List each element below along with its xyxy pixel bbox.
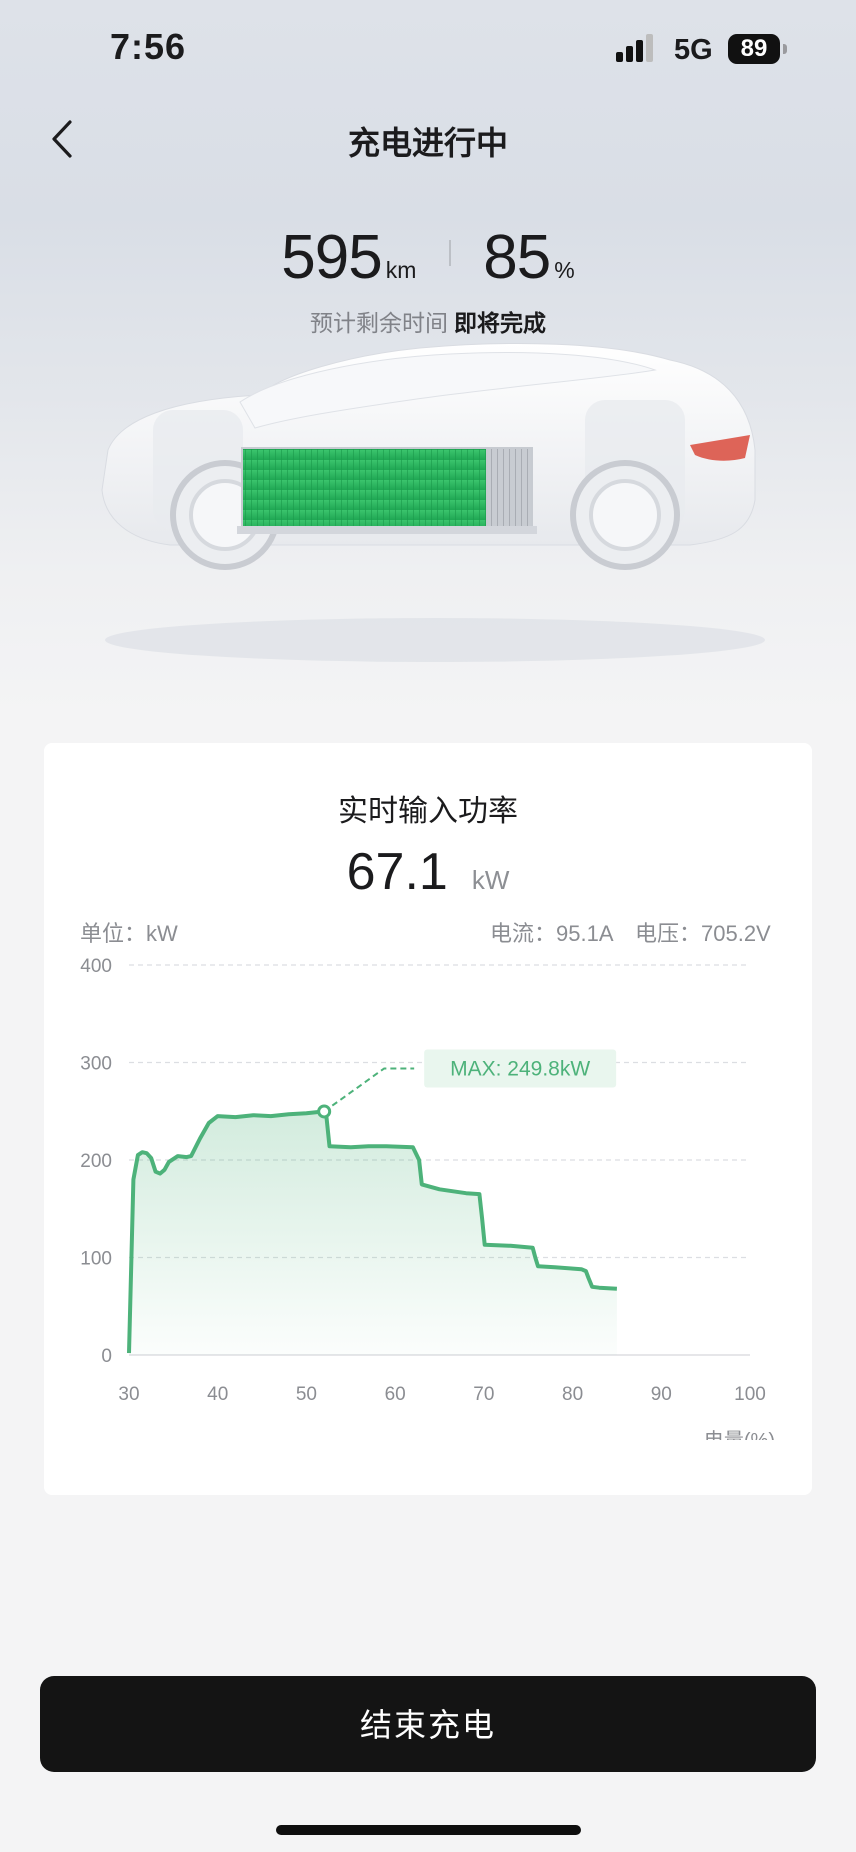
range-unit: km — [385, 257, 417, 283]
x-tick-label: 30 — [118, 1384, 139, 1405]
signal-bars-icon — [616, 34, 653, 62]
voltage-label: 电压：705.2V — [635, 921, 771, 946]
current-label: 电流：95.1A — [490, 921, 614, 946]
battery-tip — [783, 44, 787, 54]
x-tick-label: 100 — [734, 1384, 766, 1405]
y-tick-label: 100 — [80, 1249, 112, 1270]
max-point-marker — [317, 1104, 332, 1119]
unit-label: 单位：kW — [80, 921, 178, 946]
battery-icon: 89 — [728, 34, 780, 64]
stats-divider — [448, 240, 451, 266]
soc-value: 85 — [483, 223, 551, 292]
home-indicator — [276, 1825, 581, 1835]
y-tick-label: 0 — [101, 1346, 112, 1367]
card-title: 实时输入功率 — [338, 795, 518, 828]
x-tick-label: 70 — [473, 1384, 494, 1405]
page-title: 充电进行中 — [347, 125, 508, 161]
network-type: 5G — [674, 34, 713, 66]
eta-label: 预计剩余时间 — [310, 310, 448, 336]
y-tick-label: 400 — [80, 956, 112, 977]
range-value: 595 — [281, 223, 382, 292]
status-time: 7:56 — [110, 26, 187, 67]
max-label: MAX: 249.8kW — [450, 1057, 590, 1080]
y-tick-label: 300 — [80, 1054, 112, 1075]
car-battery-illustration — [101, 343, 765, 662]
x-tick-label: 40 — [207, 1384, 228, 1405]
eta-row: 预计剩余时间 即将完成 — [0, 304, 856, 338]
power-unit: kW — [471, 865, 510, 895]
eta-value: 即将完成 — [454, 310, 546, 336]
power-chart: MAX: 249.8kW 0 100 200 300 400 30 40 50 60 70 80 90… — [80, 956, 775, 1440]
x-tick-label: 80 — [562, 1384, 583, 1405]
x-tick-label: 60 — [385, 1384, 406, 1405]
x-axis-label: 电量(%) — [704, 1429, 775, 1440]
end-charging-button[interactable]: 结束充电 — [40, 1676, 816, 1772]
power-value: 67.1 — [346, 843, 448, 901]
power-readout: 67.1 kW — [0, 842, 856, 902]
x-tick-label: 90 — [651, 1384, 672, 1405]
x-tick-label: 50 — [296, 1384, 317, 1405]
max-leader-line — [323, 1067, 415, 1113]
soc-unit: % — [554, 257, 575, 283]
charge-stats: 595 km 85% — [0, 222, 856, 293]
y-tick-label: 200 — [80, 1151, 112, 1172]
